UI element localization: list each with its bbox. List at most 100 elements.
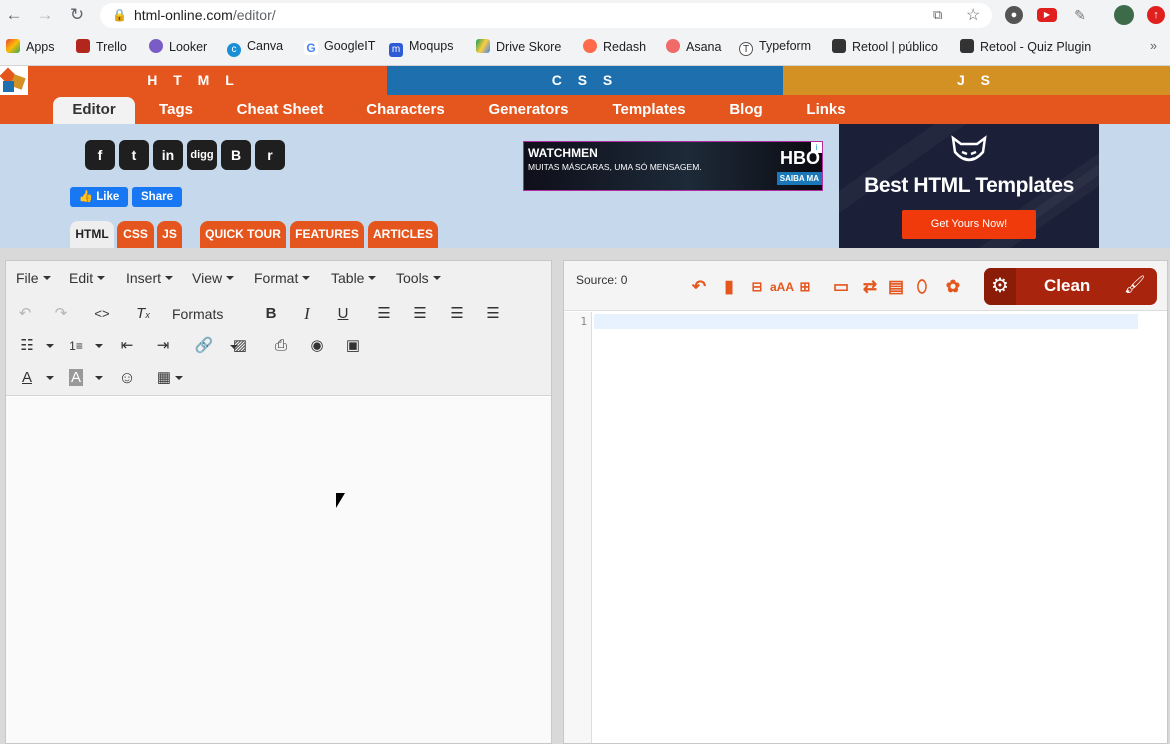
bold-icon[interactable]: B: [260, 303, 282, 325]
table-icon[interactable]: ▦: [153, 367, 175, 389]
bookmark-drive-skore[interactable]: Drive Skore: [476, 39, 561, 54]
digg-icon[interactable]: digg: [187, 140, 217, 170]
facebook-like-button[interactable]: 👍 Like: [70, 187, 128, 207]
formats-dropdown[interactable]: Formats: [172, 303, 242, 325]
facebook-share-button[interactable]: Share: [132, 187, 182, 207]
mouse-icon[interactable]: ⬯: [913, 277, 931, 297]
reddit-icon[interactable]: r: [255, 140, 285, 170]
translate-icon[interactable]: ⧉: [933, 7, 942, 23]
tab-quick-tour[interactable]: QUICK TOUR: [200, 221, 286, 248]
strip-html[interactable]: H T M L: [0, 66, 387, 95]
tab-html[interactable]: HTML: [70, 221, 114, 248]
forward-icon[interactable]: →: [35, 5, 55, 25]
editor-content-area[interactable]: [6, 397, 551, 743]
bookmark-asana[interactable]: Asana: [666, 39, 721, 54]
undo-icon[interactable]: ↶: [15, 303, 35, 325]
menu-insert[interactable]: Insert: [126, 270, 173, 286]
text-color-caret-icon[interactable]: [46, 376, 54, 380]
palette-icon[interactable]: ✿: [942, 277, 964, 297]
ad-cta[interactable]: SAIBA MA: [776, 172, 822, 185]
menu-blog[interactable]: Blog: [720, 95, 772, 124]
menu-links[interactable]: Links: [796, 95, 856, 124]
tab-css[interactable]: CSS: [117, 221, 154, 248]
preview-icon[interactable]: ◉: [306, 335, 328, 357]
blogger-icon[interactable]: B: [221, 140, 251, 170]
menu-cheat-sheet[interactable]: Cheat Sheet: [226, 95, 334, 124]
bullet-list-icon[interactable]: ☷: [16, 335, 38, 357]
print-icon[interactable]: ⎙: [270, 335, 292, 357]
bookmark-apps[interactable]: Apps: [6, 39, 55, 54]
numbered-list-caret-icon[interactable]: [95, 344, 103, 348]
menu-format[interactable]: Format: [254, 270, 310, 286]
strip-js[interactable]: J S: [783, 66, 1170, 95]
tab-js[interactable]: JS: [157, 221, 182, 248]
media-icon[interactable]: ▣: [342, 335, 364, 357]
decrease-font-icon[interactable]: ⊟: [749, 277, 765, 297]
eyedropper-icon[interactable]: ✎: [1071, 6, 1089, 24]
font-size-icon[interactable]: aAA: [767, 277, 797, 297]
menu-file[interactable]: File: [16, 270, 51, 286]
bookmark-googleit[interactable]: G GoogleIT: [304, 39, 375, 55]
ad-info-icon[interactable]: i: [811, 142, 822, 153]
text-color-icon[interactable]: A: [16, 367, 38, 389]
address-bar[interactable]: 🔒 html-online.com/editor/ ⧉ ☆: [100, 3, 992, 28]
tab-features[interactable]: FEATURES: [290, 221, 364, 248]
redo-icon[interactable]: ↷: [51, 303, 71, 325]
outdent-icon[interactable]: ⇤: [116, 335, 138, 357]
align-center-icon[interactable]: ☰: [409, 303, 431, 325]
link-icon[interactable]: 🔗: [193, 335, 215, 357]
align-left-icon[interactable]: ☰: [373, 303, 395, 325]
facebook-icon[interactable]: f: [85, 140, 115, 170]
clean-button[interactable]: ⚙ Clean 🖌: [984, 268, 1157, 305]
bookmark-redash[interactable]: Redash: [583, 39, 646, 54]
bookmark-retool-publico[interactable]: Retool | público: [832, 39, 938, 54]
justify-icon[interactable]: ☰: [482, 303, 504, 325]
undo-icon[interactable]: ↶: [688, 277, 710, 297]
menu-generators[interactable]: Generators: [478, 95, 579, 124]
new-document-icon[interactable]: ▮: [719, 277, 739, 297]
bookmark-trello[interactable]: Trello: [76, 39, 127, 54]
bookmark-canva[interactable]: c Canva: [227, 39, 283, 57]
clear-formatting-icon[interactable]: Tx: [132, 303, 154, 325]
document-icon[interactable]: ▤: [886, 277, 906, 297]
bookmarks-more-button[interactable]: »: [1150, 39, 1157, 53]
menu-table[interactable]: Table: [331, 270, 376, 286]
templates-ad[interactable]: Best HTML Templates Get Yours Now!: [839, 124, 1099, 248]
align-right-icon[interactable]: ☰: [446, 303, 468, 325]
bookmark-typeform[interactable]: T Typeform: [739, 39, 811, 56]
image-icon[interactable]: ▨: [229, 335, 251, 357]
menu-view[interactable]: View: [192, 270, 234, 286]
watchmen-ad[interactable]: WATCHMEN MUITAS MÁSCARAS, UMA SÓ MENSAGE…: [523, 141, 823, 191]
menu-templates[interactable]: Templates: [603, 95, 695, 124]
menu-edit[interactable]: Edit: [69, 270, 105, 286]
increase-font-icon[interactable]: ⊞: [797, 277, 813, 297]
profile-avatar[interactable]: [1114, 5, 1134, 25]
extension-circle-icon[interactable]: ●: [1005, 6, 1023, 24]
background-color-icon[interactable]: A: [65, 367, 87, 389]
extension-red-icon[interactable]: ↑: [1147, 6, 1165, 24]
menu-tags[interactable]: Tags: [148, 95, 204, 124]
settings-gear-icon[interactable]: ⚙: [984, 268, 1016, 305]
numbered-list-icon[interactable]: 1≡: [65, 335, 87, 357]
emoticons-icon[interactable]: ☺: [116, 367, 138, 389]
table-caret-icon[interactable]: [175, 376, 183, 380]
twitter-icon[interactable]: t: [119, 140, 149, 170]
active-line-highlight[interactable]: [594, 314, 1138, 329]
bullet-list-caret-icon[interactable]: [46, 344, 54, 348]
linkedin-icon[interactable]: in: [153, 140, 183, 170]
menu-editor[interactable]: Editor: [53, 97, 135, 124]
ad-cta-button[interactable]: Get Yours Now!: [902, 210, 1036, 239]
menu-characters[interactable]: Characters: [357, 95, 454, 124]
background-color-caret-icon[interactable]: [95, 376, 103, 380]
youtube-icon[interactable]: ▶: [1037, 8, 1057, 22]
tab-articles[interactable]: ARTICLES: [368, 221, 438, 248]
star-icon[interactable]: ☆: [966, 5, 980, 25]
back-icon[interactable]: ←: [4, 5, 24, 25]
reload-icon[interactable]: ↻: [67, 5, 87, 25]
bookmark-moqups[interactable]: m Moqups: [389, 39, 453, 57]
site-logo[interactable]: [0, 66, 28, 95]
sync-icon[interactable]: ⇄: [859, 277, 881, 297]
menu-tools[interactable]: Tools: [396, 270, 441, 286]
bookmark-retool-quiz[interactable]: Retool - Quiz Plugin: [960, 39, 1091, 54]
indent-icon[interactable]: ⇥: [152, 335, 174, 357]
